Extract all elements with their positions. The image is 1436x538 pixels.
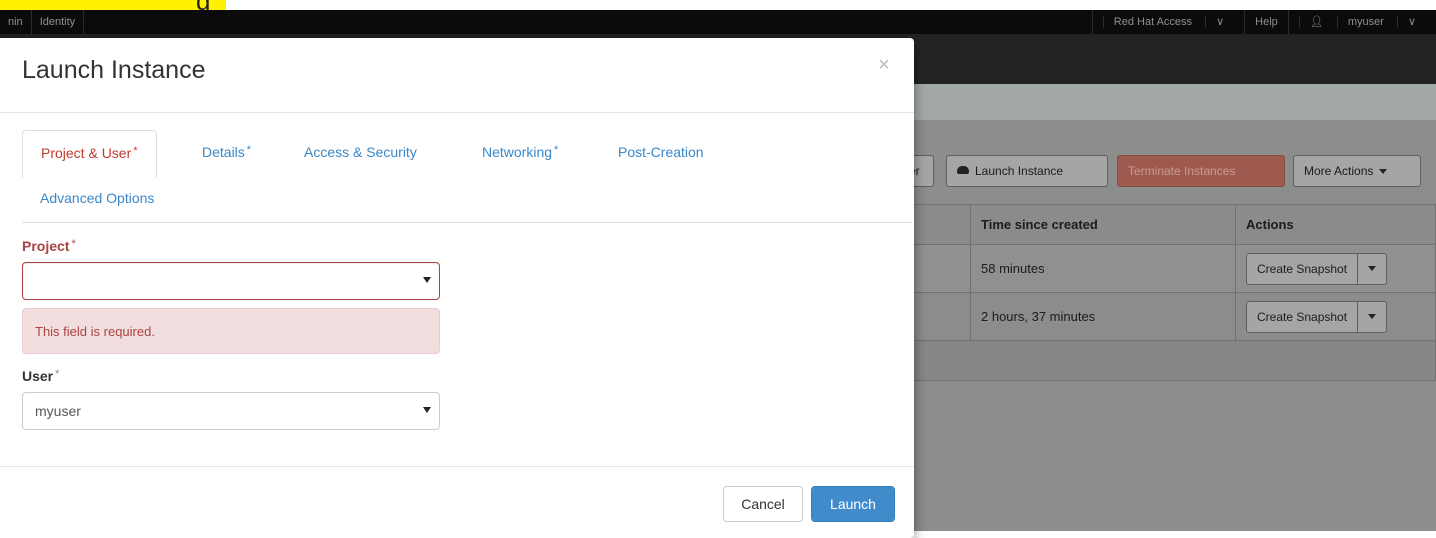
caret-down-icon: [1358, 254, 1386, 284]
table-cell-time: 58 minutes: [970, 244, 1236, 293]
dropdown-arrow-icon: [423, 277, 431, 283]
table-footer-cell: [910, 340, 1436, 381]
highlight-glyph: g: [196, 0, 210, 10]
modal-footer-divider: [0, 466, 914, 467]
table-header-row: Time since created Actions: [910, 204, 1436, 245]
user-icon: 👤︎: [1298, 16, 1334, 28]
table-header-cell: [910, 204, 971, 245]
modal-title: Launch Instance: [22, 56, 206, 84]
nav-item-user-menu[interactable]: 👤︎ myuser ∨: [1287, 10, 1436, 34]
chevron-down-icon: ∨: [1396, 16, 1426, 28]
chevron-down-icon: ∨: [1205, 16, 1235, 28]
background-more-actions-button: More Actions: [1293, 155, 1421, 187]
create-snapshot-button-group: Create Snapshot: [1246, 300, 1388, 333]
launch-button[interactable]: Launch: [811, 486, 895, 522]
tab-advanced-options[interactable]: Advanced Options: [40, 190, 154, 206]
user-label: User *: [22, 368, 60, 384]
tab-project-user[interactable]: Project & User *: [22, 130, 157, 178]
caret-down-icon: [1358, 302, 1386, 332]
modal-header-divider: [0, 112, 914, 113]
nav-item-red-hat-access[interactable]: Red Hat Access ∨: [1091, 10, 1244, 34]
table-cell-time: 2 hours, 37 minutes: [970, 292, 1236, 341]
table-cell-actions: Create Snapshot: [1235, 292, 1436, 341]
top-navbar-left: nin Identity: [0, 10, 85, 34]
table-header-time: Time since created: [970, 204, 1236, 245]
tab-details[interactable]: Details *: [202, 144, 251, 160]
tab-access-security[interactable]: Access & Security: [304, 144, 417, 160]
background-launch-instance-button: Launch Instance: [946, 155, 1108, 187]
nav-item-help[interactable]: Help: [1244, 10, 1288, 34]
project-label: Project *: [22, 238, 76, 254]
project-select[interactable]: [22, 262, 440, 300]
table-cell: [910, 292, 971, 341]
cancel-button[interactable]: Cancel: [723, 486, 803, 522]
table-cell: [910, 244, 971, 293]
nav-item-admin[interactable]: nin: [0, 10, 32, 34]
tabs-divider: [22, 222, 912, 223]
top-navbar: nin Identity Red Hat Access ∨ Help 👤︎ my…: [0, 10, 1436, 34]
background-terminate-instances-button: Terminate Instances: [1117, 155, 1285, 187]
create-snapshot-button: Create Snapshot: [1247, 253, 1359, 284]
highlight-strip: g: [0, 0, 226, 10]
tab-post-creation[interactable]: Post-Creation: [618, 144, 704, 160]
top-navbar-right: Red Hat Access ∨ Help 👤︎ myuser ∨: [1091, 10, 1436, 34]
cloud-upload-icon: [957, 166, 969, 174]
table-cell-actions: Create Snapshot: [1235, 244, 1436, 293]
background-instances-table: Time since created Actions 58 minutes Cr…: [910, 204, 1436, 381]
launch-instance-modal: Launch Instance × Project & User * Detail…: [0, 38, 914, 538]
table-footer-row: [910, 340, 1436, 381]
create-snapshot-button: Create Snapshot: [1247, 301, 1359, 332]
caret-down-icon: [1379, 168, 1388, 174]
table-row: 58 minutes Create Snapshot: [910, 244, 1436, 293]
tab-networking[interactable]: Networking *: [482, 144, 558, 160]
nav-item-identity[interactable]: Identity: [32, 10, 85, 34]
close-icon[interactable]: ×: [878, 54, 890, 77]
dropdown-arrow-icon: [423, 407, 431, 413]
table-header-actions: Actions: [1235, 204, 1436, 245]
modal-tabs: Project & User * Details * Access & Securi…: [22, 130, 912, 222]
project-error-message: This field is required.: [22, 308, 440, 354]
user-select[interactable]: myuser: [22, 392, 440, 430]
table-row: 2 hours, 37 minutes Create Snapshot: [910, 292, 1436, 341]
create-snapshot-button-group: Create Snapshot: [1246, 252, 1388, 285]
